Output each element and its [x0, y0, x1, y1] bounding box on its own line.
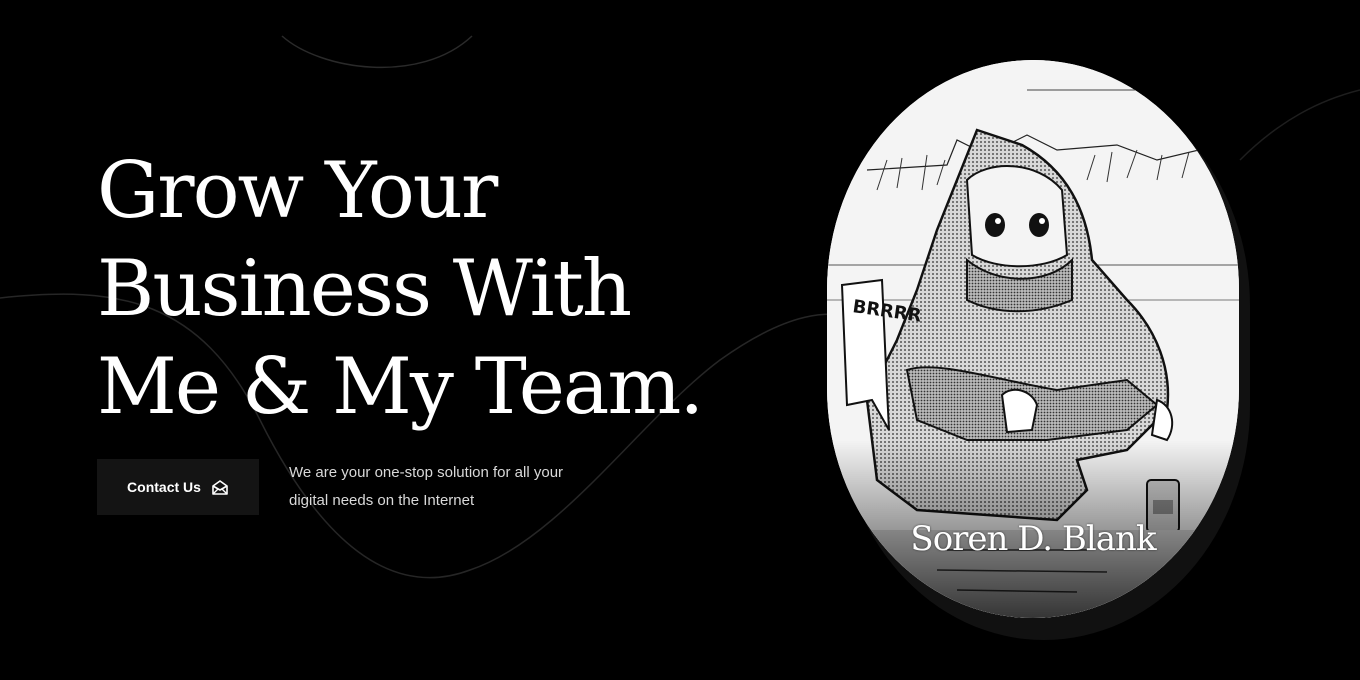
headline-line-3: Me & My Team. — [97, 342, 704, 432]
contact-us-label: Contact Us — [127, 479, 201, 495]
headline-line-2: Business With — [97, 244, 632, 334]
envelope-open-icon — [212, 480, 228, 495]
headline-line-1: Grow Your — [97, 146, 498, 236]
portrait-frame: BRRRR Soren D. Blank — [827, 60, 1239, 618]
portrait-name: Soren D. Blank — [910, 519, 1156, 559]
hero-tagline: We are your one-stop solution for all yo… — [289, 464, 564, 509]
contact-us-button[interactable]: Contact Us — [97, 459, 259, 515]
hero-headline: Grow Your Business With Me & My Team. — [97, 142, 757, 436]
